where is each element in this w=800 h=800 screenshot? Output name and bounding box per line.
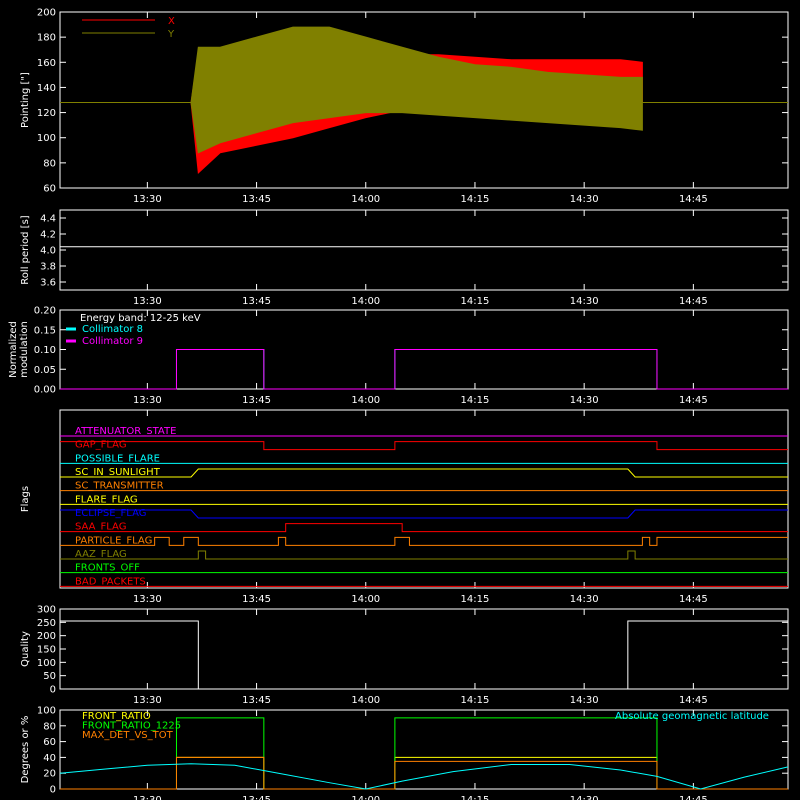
y-tick-label: 100 [37,658,56,669]
y-tick-label: 0.05 [34,365,56,376]
y-tick-label: 4.4 [40,214,56,225]
flag-label: POSSIBLE_FLARE [75,453,160,464]
flag-label: FRONTS_OFF [75,563,140,574]
x-tick-label: 13:30 [133,594,162,605]
energy-band-annotation: Energy band: 12-25 keV [80,313,201,324]
y-tick-label: 100 [37,706,56,717]
y-tick-label: 60 [43,737,56,748]
x-tick-label: 13:30 [133,695,162,706]
x-tick-label: 14:30 [570,594,599,605]
x-tick-label: 13:45 [242,296,271,307]
y-tick-label: 0.10 [34,345,56,356]
x-tick-label: 13:30 [133,296,162,307]
flag-label: AAZ_FLAG [75,549,127,560]
y-tick-label: 4.2 [40,230,56,241]
flag-label: PARTICLE_FLAG [75,535,152,546]
x-tick-label: 14:00 [351,395,380,406]
y-tick-label: 0 [50,785,56,796]
legend-label: Collimator 8 [82,324,143,335]
y-tick-label: 60 [43,184,56,195]
x-tick-label: 14:00 [351,795,380,800]
y-tick-label: 80 [43,158,56,169]
x-tick-label: 14:15 [461,795,490,800]
legend-label: MAX_DET_VS_TOT [82,730,174,741]
y-tick-label: 120 [37,108,56,119]
x-tick-label: 14:15 [461,296,490,307]
x-tick-label: 14:15 [461,194,490,205]
y-axis-label: Normalized [8,321,19,378]
x-tick-label: 14:00 [351,594,380,605]
flag-label: ATTENUATOR_STATE [75,426,176,437]
x-tick-label: 14:45 [679,395,708,406]
flag-label: FLARE_FLAG [75,494,138,505]
y-axis-label: Flags [20,486,31,512]
y-tick-label: 3.8 [40,262,56,273]
y-tick-label: 160 [37,58,56,69]
y-axis-label: Pointing ["] [20,72,31,128]
y-tick-label: 300 [37,605,56,616]
legend-label: Y [167,29,175,40]
y-tick-label: 20 [43,769,56,780]
x-tick-label: 14:45 [679,194,708,205]
y-tick-label: 0.20 [34,306,56,317]
x-tick-label: 14:00 [351,695,380,706]
flag-label: SAA_FLAG [75,522,126,533]
y-axis-label: modulation [19,321,30,378]
legend-label: Collimator 9 [82,336,143,347]
y-tick-label: 250 [37,618,56,629]
y-axis-label: Quality [20,631,31,667]
x-tick-label: 14:00 [351,194,380,205]
y-axis-label: Roll period [s] [20,215,31,284]
y-tick-label: 200 [37,631,56,642]
legend-label: X [168,16,175,27]
x-tick-label: 14:00 [351,296,380,307]
y-tick-label: 100 [37,133,56,144]
y-tick-label: 140 [37,83,56,94]
flag-label: ECLIPSE_FLAG [75,508,146,519]
x-tick-label: 13:30 [133,795,162,800]
x-tick-label: 14:45 [679,296,708,307]
flag-label: BAD_PACKETS [75,576,146,587]
x-tick-label: 13:45 [242,194,271,205]
x-tick-label: 13:30 [133,395,162,406]
chart-canvas: 13:30 13:45 14:00 14:15 14:30 14:45 60 80 100 120… [0,0,800,800]
flag-label: SC_TRANSMITTER [75,481,164,492]
y-axis-label: Degrees or % [20,716,31,784]
x-tick-label: 13:45 [242,795,271,800]
y-tick-label: 4.0 [40,246,56,257]
x-tick-label: 13:45 [242,594,271,605]
x-tick-label: 13:45 [242,695,271,706]
x-tick-label: 14:30 [570,695,599,706]
y-tick-label: 0 [50,685,56,696]
flag-label: GAP_FLAG [75,440,127,451]
x-tick-label: 14:30 [570,296,599,307]
legend-label: Absolute geomagnetic latitude [615,711,769,722]
x-tick-label: 14:45 [679,795,708,800]
x-tick-label: 14:30 [570,194,599,205]
y-tick-label: 180 [37,33,56,44]
y-tick-label: 0.00 [34,385,56,396]
y-tick-label: 200 [37,8,56,19]
x-tick-label: 14:30 [570,795,599,800]
y-tick-label: 50 [43,671,56,682]
x-tick-label: 14:15 [461,594,490,605]
y-tick-label: 3.6 [40,278,56,289]
y-tick-label: 0.15 [34,325,56,336]
flag-label: SC_IN_SUNLIGHT [75,467,161,478]
x-tick-label: 14:45 [679,695,708,706]
x-tick-label: 14:15 [461,395,490,406]
x-tick-label: 13:30 [133,194,162,205]
x-tick-label: 14:15 [461,695,490,706]
x-tick-label: 14:45 [679,594,708,605]
x-tick-label: 14:30 [570,395,599,406]
x-tick-label: 13:45 [242,395,271,406]
y-tick-label: 40 [43,753,56,764]
y-tick-label: 80 [43,721,56,732]
y-tick-label: 150 [37,645,56,656]
